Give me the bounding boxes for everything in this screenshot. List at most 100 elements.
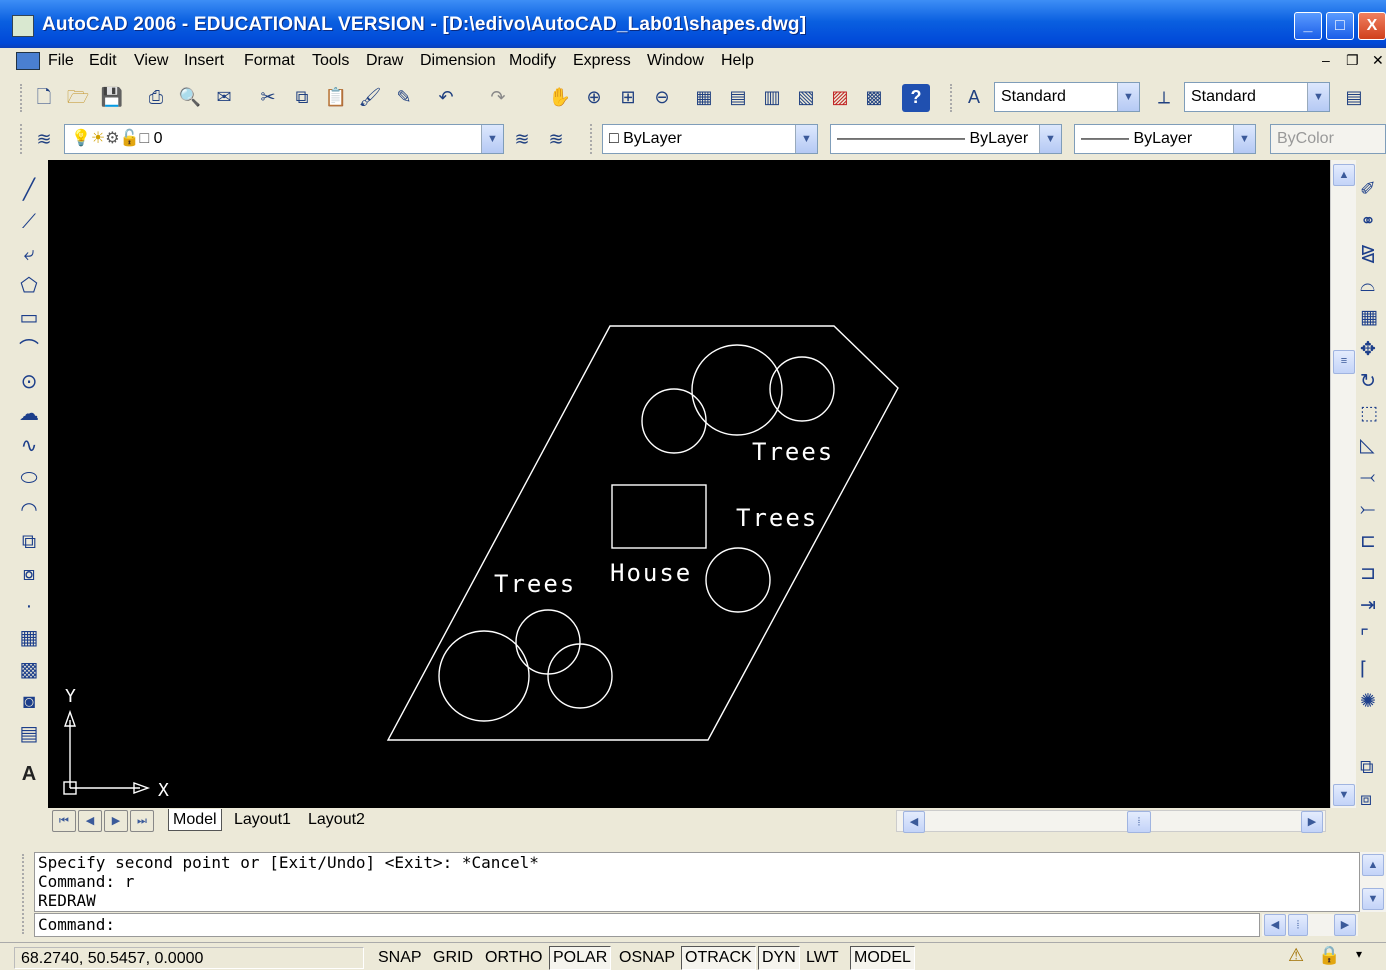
tab-layout1[interactable]: Layout1: [230, 809, 295, 831]
bring-to-front-icon[interactable]: ⧈: [1360, 785, 1386, 815]
stretch-icon[interactable]: ◺: [1360, 431, 1386, 461]
pan-realtime-icon[interactable]: ✋: [546, 84, 574, 112]
tree-circle[interactable]: [769, 356, 835, 422]
table-icon[interactable]: ▤: [14, 719, 44, 749]
scroll-left-icon[interactable]: ◀: [1264, 914, 1286, 936]
move-icon[interactable]: ✥: [1360, 335, 1386, 365]
undo-icon[interactable]: ↶: [432, 84, 460, 112]
polar-toggle[interactable]: POLAR: [549, 946, 612, 970]
scroll-right-icon[interactable]: ▶: [1301, 811, 1323, 833]
mirror-icon[interactable]: ⧎: [1360, 239, 1386, 269]
doc-minimize-icon[interactable]: –: [1322, 52, 1330, 68]
tree-circle[interactable]: [515, 609, 581, 675]
horizontal-scrollbar[interactable]: ◀ ⦙ ▶: [896, 810, 1326, 833]
tab-model[interactable]: Model: [168, 809, 222, 831]
menu-express[interactable]: Express: [573, 52, 631, 70]
layer-manager-icon[interactable]: ≋: [30, 126, 58, 154]
polygon-icon[interactable]: ⬠: [14, 271, 44, 301]
tree-circle[interactable]: [705, 547, 771, 613]
tree-circle[interactable]: [691, 344, 783, 436]
maximize-button[interactable]: □: [1326, 12, 1354, 40]
point-icon[interactable]: ·: [14, 591, 44, 621]
design-center-icon[interactable]: ▤: [724, 84, 752, 112]
menu-modify[interactable]: Modify: [509, 52, 556, 70]
ortho-toggle[interactable]: ORTHO: [481, 946, 546, 970]
fillet-icon[interactable]: ⌈: [1360, 655, 1386, 685]
doc-restore-icon[interactable]: ❐: [1346, 52, 1359, 69]
vertical-scrollbar[interactable]: ▲ ≡ ▼: [1330, 160, 1356, 810]
line-icon[interactable]: ╱: [14, 175, 44, 205]
status-menu-icon[interactable]: ▾: [1356, 947, 1362, 961]
save-icon[interactable]: 💾: [98, 84, 126, 112]
region-icon[interactable]: ◙: [14, 687, 44, 717]
minimize-button[interactable]: _: [1294, 12, 1322, 40]
copy-object-icon[interactable]: ⚭: [1360, 207, 1386, 237]
menu-dimension[interactable]: Dimension: [420, 52, 496, 70]
dim-style-icon[interactable]: ⟂: [1150, 84, 1178, 112]
paste-icon[interactable]: 📋: [322, 84, 350, 112]
grid-toggle[interactable]: GRID: [429, 946, 477, 970]
first-tab-icon[interactable]: ⏮: [52, 810, 76, 832]
sheet-set-icon[interactable]: ▧: [792, 84, 820, 112]
arc-icon[interactable]: ⌒: [14, 335, 44, 365]
table-style-icon[interactable]: ▤: [1340, 84, 1368, 112]
make-block-icon[interactable]: ⧇: [14, 559, 44, 589]
calculator-icon[interactable]: ▩: [860, 84, 888, 112]
rectangle-icon[interactable]: ▭: [14, 303, 44, 333]
construction-line-icon[interactable]: ⟋: [14, 207, 44, 237]
menu-help[interactable]: Help: [721, 52, 754, 70]
ellipse-arc-icon[interactable]: ◠: [14, 495, 44, 525]
zoom-realtime-icon[interactable]: ⊕: [580, 84, 608, 112]
drawing-label-trees[interactable]: Trees: [752, 438, 834, 466]
prev-tab-icon[interactable]: ◀: [78, 810, 102, 832]
drawing-canvas[interactable]: Trees Trees House Trees X Y: [48, 160, 1330, 810]
command-input[interactable]: Command:: [34, 913, 1260, 937]
dim-style-select[interactable]: Standard ▼: [1184, 82, 1330, 112]
rotate-icon[interactable]: ↻: [1360, 367, 1386, 397]
publish-icon[interactable]: ✉: [210, 84, 238, 112]
copy-icon[interactable]: ⧉: [288, 84, 316, 112]
zoom-previous-icon[interactable]: ⊖: [648, 84, 676, 112]
block-editor-icon[interactable]: ✎: [390, 84, 418, 112]
last-tab-icon[interactable]: ⏭: [130, 810, 154, 832]
tree-circle[interactable]: [547, 643, 613, 709]
new-icon[interactable]: 🗋: [30, 84, 58, 112]
draw-order-icon[interactable]: ⧉: [1360, 753, 1386, 783]
menu-insert[interactable]: Insert: [184, 52, 224, 70]
erase-icon[interactable]: ✐: [1360, 175, 1386, 205]
layer-previous-icon[interactable]: ≋: [542, 126, 570, 154]
linetype-select[interactable]: ―――――――― ByLayer ▼: [830, 124, 1062, 154]
make-object-layer-current-icon[interactable]: ≋: [508, 126, 536, 154]
document-icon[interactable]: [16, 52, 40, 70]
menu-tools[interactable]: Tools: [312, 52, 349, 70]
house-rectangle[interactable]: [611, 484, 707, 549]
break-icon[interactable]: ⊐: [1360, 559, 1386, 589]
chamfer-icon[interactable]: ⌜: [1360, 623, 1386, 653]
hscroll-thumb[interactable]: ⦙: [1127, 811, 1151, 833]
properties-icon[interactable]: ▦: [690, 84, 718, 112]
menu-edit[interactable]: Edit: [89, 52, 117, 70]
communication-center-icon[interactable]: ⚠: [1288, 945, 1304, 966]
zoom-window-icon[interactable]: ⊞: [614, 84, 642, 112]
polyline-icon[interactable]: ⤶: [14, 239, 44, 269]
join-icon[interactable]: ⇥: [1360, 591, 1386, 621]
snap-toggle[interactable]: SNAP: [374, 946, 426, 970]
hatch-icon[interactable]: ▦: [14, 623, 44, 653]
autocad-app-icon[interactable]: [12, 15, 34, 37]
open-icon[interactable]: 🗁: [64, 84, 92, 112]
menu-file[interactable]: File: [48, 52, 74, 70]
menu-draw[interactable]: Draw: [366, 52, 403, 70]
gradient-icon[interactable]: ▩: [14, 655, 44, 685]
circle-icon[interactable]: ⊙: [14, 367, 44, 397]
command-scrollbar[interactable]: ▲ ▼: [1360, 852, 1386, 912]
drawing-label-trees[interactable]: Trees: [736, 504, 818, 532]
color-select[interactable]: □ ByLayer ▼: [602, 124, 818, 154]
menu-view[interactable]: View: [134, 52, 168, 70]
multiline-text-icon[interactable]: A: [14, 759, 44, 789]
offset-icon[interactable]: ⌓: [1360, 271, 1386, 301]
tool-palettes-icon[interactable]: ▥: [758, 84, 786, 112]
otrack-toggle[interactable]: OTRACK: [681, 946, 756, 970]
plot-preview-icon[interactable]: 🔍: [176, 84, 204, 112]
osnap-toggle[interactable]: OSNAP: [615, 946, 679, 970]
plotstyle-select[interactable]: ByColor: [1270, 124, 1386, 154]
